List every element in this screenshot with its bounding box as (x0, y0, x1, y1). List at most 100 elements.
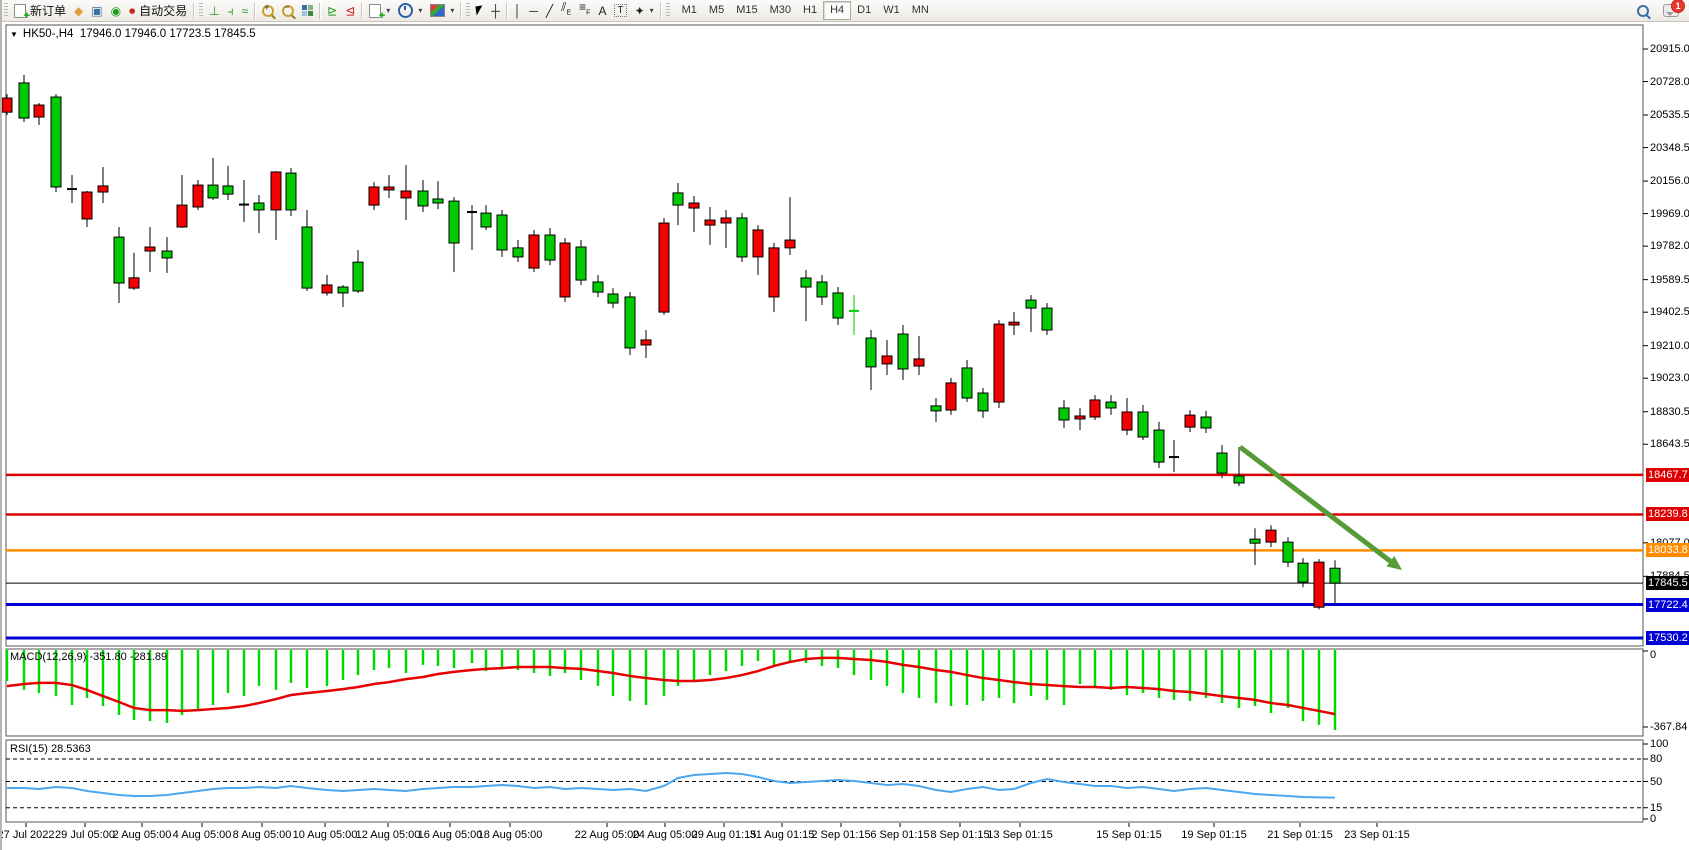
chart-symbol-period: HK50-,H4 (23, 28, 74, 40)
toolbar-grip (666, 3, 670, 18)
candle-body (705, 220, 715, 225)
tile-windows-icon (302, 5, 313, 16)
candle-body (576, 247, 586, 280)
candle-body (34, 105, 44, 117)
price-level-badge: 18467.7 (1646, 468, 1689, 482)
timeframe-m1[interactable]: M1 (676, 2, 703, 19)
timeframe-h1[interactable]: H1 (797, 2, 823, 19)
candle-body (1009, 322, 1019, 325)
separator (193, 3, 195, 19)
text-tool-button[interactable]: A (594, 1, 610, 20)
cursor-icon (476, 6, 484, 16)
tile-windows-button[interactable] (298, 1, 317, 20)
macd-signal-line (7, 658, 1335, 714)
trend-arrow-line[interactable] (1240, 447, 1394, 564)
chart-dropdown-icon[interactable]: ▼ (10, 30, 18, 39)
candle-body (193, 185, 203, 207)
line-chart-button[interactable]: ≈ (238, 1, 253, 20)
timeframe-w1[interactable]: W1 (877, 2, 906, 19)
candle-body (737, 218, 747, 257)
new-chart-button[interactable]: +▾ (365, 1, 394, 20)
time-axis-label: 21 Sep 01:15 (1267, 829, 1332, 841)
candle-body (1266, 530, 1276, 542)
price-axis-label: 20535.5 (1650, 108, 1689, 122)
fibonacci-tool-button[interactable]: ≡F (575, 1, 594, 20)
cursor-tool-button[interactable] (472, 1, 487, 20)
candle-body (145, 247, 155, 251)
periods-button[interactable]: ▾ (394, 1, 426, 20)
timeframe-h4[interactable]: H4 (823, 1, 851, 20)
candle-body (19, 83, 29, 118)
candle-body (1106, 402, 1116, 408)
candle-body (914, 359, 924, 366)
rsi-axis-label: 100 (1650, 737, 1668, 751)
search-icon[interactable] (1637, 5, 1649, 17)
indicators-button[interactable]: ▾ (426, 1, 458, 20)
price-axis-label: 20348.5 (1650, 141, 1689, 155)
price-axis-label: 18830.5 (1650, 405, 1689, 419)
bar-chart-button[interactable]: ⊥ (205, 1, 223, 20)
time-axis-label: 23 Sep 01:15 (1344, 829, 1409, 841)
macd-axis-label: -367.84 (1650, 720, 1687, 734)
candle-body (369, 187, 379, 205)
candle-body (833, 293, 843, 318)
main-pane-border (6, 25, 1643, 646)
auto-scroll-button[interactable]: ⊵ (323, 1, 341, 20)
candle-body (481, 213, 491, 227)
time-axis-label: 2 Aug 05:00 (113, 829, 172, 841)
time-axis-label: 8 Aug 05:00 (233, 829, 292, 841)
candle-body (1090, 400, 1100, 417)
timeframe-m15[interactable]: M15 (730, 2, 763, 19)
vertical-line-icon: │ (514, 5, 522, 17)
candle-body (866, 338, 876, 367)
rsi-legend: RSI(15) 28.5363 (10, 743, 91, 755)
terminal-button[interactable]: ▣ (87, 1, 106, 20)
timeframe-m30[interactable]: M30 (764, 2, 797, 19)
timeframe-m5[interactable]: M5 (703, 2, 730, 19)
chart-shift-button[interactable]: ⊴ (341, 1, 359, 20)
candle-body (1185, 415, 1195, 427)
horizontal-line-tool-button[interactable]: ─ (525, 1, 542, 20)
vertical-line-tool-button[interactable]: │ (510, 1, 526, 20)
time-axis-label: 10 Aug 05:00 (293, 829, 358, 841)
autotrading-label: 自动交易 (139, 2, 187, 19)
price-axis-label: 19210.0 (1650, 339, 1689, 353)
candle-body (1026, 300, 1036, 308)
crosshair-tool-button[interactable]: ┼ (487, 1, 504, 20)
zoom-in-button[interactable]: + (258, 1, 278, 20)
timeframe-mn[interactable]: MN (906, 2, 935, 19)
bar-chart-icon: ⊥ (209, 5, 219, 17)
candle-body (1314, 562, 1324, 607)
signals-button[interactable]: ◉ (107, 1, 125, 20)
autotrading-icon: ⏺ (129, 5, 135, 17)
candle-body (1217, 453, 1227, 473)
candle-body (1154, 430, 1164, 462)
price-axis-label: 20915.0 (1650, 42, 1689, 56)
time-axis-label: 6 Sep 01:15 (870, 829, 929, 841)
candle-body (545, 235, 555, 260)
channel-tool-button[interactable]: ⫽E (557, 1, 575, 20)
arrows-tool-button[interactable]: ✦▾ (631, 1, 658, 20)
candlestick-chart-button[interactable]: ⫞ (224, 1, 238, 20)
candle-body (338, 287, 348, 293)
chat-icon[interactable]: 1 (1663, 4, 1679, 17)
yellow-cursor-button[interactable]: ◆ (70, 1, 87, 20)
rsi-axis-label: 0 (1650, 812, 1656, 826)
candle-body (1138, 412, 1148, 437)
candle-body (2, 98, 12, 112)
timeframe-d1[interactable]: D1 (851, 2, 877, 19)
autotrading-button[interactable]: ⏺ 自动交易 (125, 1, 191, 20)
candle-body (223, 186, 233, 194)
trendline-tool-button[interactable]: ╱ (542, 1, 557, 20)
time-axis-label: 24 Aug 05:00 (633, 829, 698, 841)
zoom-out-button[interactable]: − (278, 1, 298, 20)
candle-body (1075, 416, 1085, 419)
time-axis-label: 16 Aug 05:00 (418, 829, 483, 841)
candle-body (98, 186, 108, 192)
zoom-out-icon: − (282, 5, 294, 17)
chart-canvas[interactable] (2, 0, 1689, 850)
label-tool-button[interactable]: T (610, 1, 630, 20)
new-order-button[interactable]: + 新订单 (10, 1, 70, 20)
candle-body (898, 334, 908, 369)
time-axis-label: 22 Aug 05:00 (575, 829, 640, 841)
